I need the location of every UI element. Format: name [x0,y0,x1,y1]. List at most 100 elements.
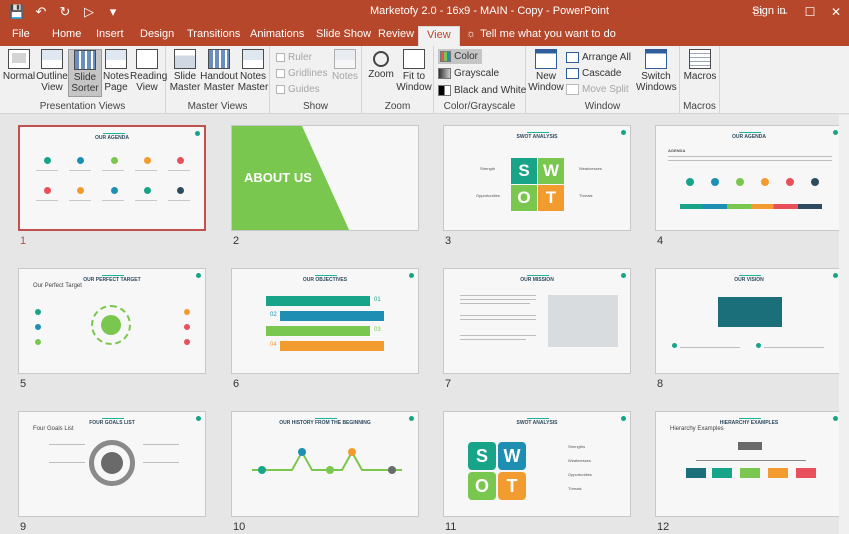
save-icon[interactable]: 💾 [8,3,26,21]
slide-title: OUR VISION [734,277,764,283]
slide-badge-icon [833,273,838,278]
group-presentation-views: Normal Outline View Slide Sorter Notes P… [0,46,167,114]
tab-design[interactable]: Design [140,28,174,40]
slide-thumbnail-5[interactable]: OUR PERFECT TARGET Our Perfect Target [18,268,206,374]
close-icon[interactable]: ✕ [823,0,849,24]
slide-number: 1 [20,235,27,247]
vertical-scrollbar[interactable] [839,115,849,534]
slide-sorter-button[interactable]: Slide Sorter [68,49,102,97]
slide-badge-icon [196,416,201,421]
target-dot [184,324,190,330]
customize-qat-icon[interactable]: ▾ [104,3,122,21]
tab-slide-show[interactable]: Slide Show [316,28,371,40]
tell-me-box[interactable]: ☼ Tell me what you want to do [466,28,616,40]
swot-s: S [468,442,496,470]
ribbon: Normal Outline View Slide Sorter Notes P… [0,46,849,114]
tab-review[interactable]: Review [378,28,414,40]
window-title: Marketofy 2.0 - 16x9 - MAIN - Copy - Pow… [370,5,610,17]
color-button[interactable]: Color [438,49,482,64]
tab-insert[interactable]: Insert [96,28,124,40]
text-lines [668,160,832,161]
slide-thumbnail-2[interactable]: ABOUT US [231,125,419,231]
guides-checkbox[interactable]: Guides [276,82,320,97]
target-dot [35,324,41,330]
slide-thumbnail-1[interactable]: OUR AGENDA [18,125,206,231]
slide-title: OUR OBJECTIVES [302,277,348,283]
color-label: Color [454,51,478,62]
slide-master-button[interactable]: Slide Master [168,49,202,93]
swot-t: T [498,472,526,500]
ruler-checkbox[interactable]: Ruler [276,50,312,65]
slide-thumbnail-12[interactable]: HIERARCHY EXAMPLES Hierarchy Examples [655,411,843,517]
macros-button[interactable]: Macros [683,49,717,82]
undo-icon[interactable]: ↶ [32,3,50,21]
tab-transitions[interactable]: Transitions [187,28,240,40]
tab-animations[interactable]: Animations [250,28,304,40]
slide-thumbnail-4[interactable]: OUR AGENDA AGENDA [655,125,843,231]
text-lines [143,462,179,463]
slide-thumbnail-3[interactable]: SWOT ANALYSIS S W O T Strength Weaknesse… [443,125,631,231]
agenda-dot [111,187,118,194]
new-window-button[interactable]: New Window [528,49,564,93]
slide-number: 3 [445,235,452,247]
normal-view-button[interactable]: Normal [2,49,36,82]
start-from-beginning-icon[interactable]: ▷ [80,3,98,21]
timeline-dot [786,178,794,186]
cascade-label: Cascade [582,68,622,79]
slide-title: OUR MISSION [520,277,554,283]
notes-master-button[interactable]: Notes Master [236,49,270,93]
black-and-white-button[interactable]: Black and White [438,83,526,98]
tab-view[interactable]: View [418,26,460,46]
title-bar: 💾 ↶ ↻ ▷ ▾ Marketofy 2.0 - 16x9 - MAIN - … [0,0,849,24]
slide-thumbnail-6[interactable]: OUR OBJECTIVES 01 02 03 04 [231,268,419,374]
arrange-all-icon [566,52,579,63]
outline-view-button[interactable]: Outline View [35,49,69,93]
handout-master-label: Handout Master [200,71,238,93]
slide-number: 12 [657,521,670,533]
switch-windows-button[interactable]: Switch Windows [636,49,677,93]
minimize-icon[interactable]: – [771,0,797,24]
move-split-button[interactable]: Move Split [566,82,629,97]
handout-master-button[interactable]: Handout Master [200,49,238,93]
vision-dot [756,343,761,348]
arrange-all-button[interactable]: Arrange All [566,50,631,65]
slide-sorter-icon [74,50,96,70]
objective-bar [266,296,370,306]
show-label: Show [302,101,328,112]
text-lines [49,462,85,463]
slide-thumbnail-10[interactable]: OUR HISTORY FROM THE BEGINNING [231,411,419,517]
reading-view-button[interactable]: Reading View [130,49,167,93]
slide-sorter-label: Slide Sorter [71,72,99,94]
maximize-icon[interactable]: ☐ [797,0,823,24]
swot-o: O [468,472,496,500]
slide-thumbnail-11[interactable]: SWOT ANALYSIS S W O T Strengths Weakness… [443,411,631,517]
fit-to-window-button[interactable]: Fit to Window [396,49,432,93]
hierarchy-node [768,468,788,478]
ribbon-options-icon[interactable]: □ [745,0,771,24]
slide-thumbnail-8[interactable]: OUR VISION [655,268,843,374]
hierarchy-root [738,442,762,450]
guides-label: Guides [288,84,320,95]
gridlines-checkbox[interactable]: Gridlines [276,66,327,81]
slide-number: 2 [233,235,240,247]
zoom-button[interactable]: Zoom [364,49,398,80]
objective-number: 01 [374,297,381,303]
tab-file[interactable]: File [12,28,30,40]
color-swatch-icon [440,51,452,62]
slide-number: 7 [445,378,452,390]
cascade-button[interactable]: Cascade [566,66,621,81]
timeline-bar [680,204,822,209]
redo-icon[interactable]: ↻ [56,3,74,21]
swot-label: Weaknesses [579,166,602,171]
slide-number: 6 [233,378,240,390]
notes-button[interactable]: Notes [328,49,362,82]
tab-home[interactable]: Home [52,28,81,40]
grayscale-button[interactable]: Grayscale [438,66,499,81]
notes-page-button[interactable]: Notes Page [99,49,133,93]
group-zoom: Zoom Fit to Window Zoom [362,46,434,114]
zoom-label: Zoom [368,69,394,80]
text-lines [36,200,192,201]
slide-thumbnail-9[interactable]: FOUR GOALS LIST Four Goals List [18,411,206,517]
new-window-icon [535,49,557,69]
slide-thumbnail-7[interactable]: OUR MISSION [443,268,631,374]
